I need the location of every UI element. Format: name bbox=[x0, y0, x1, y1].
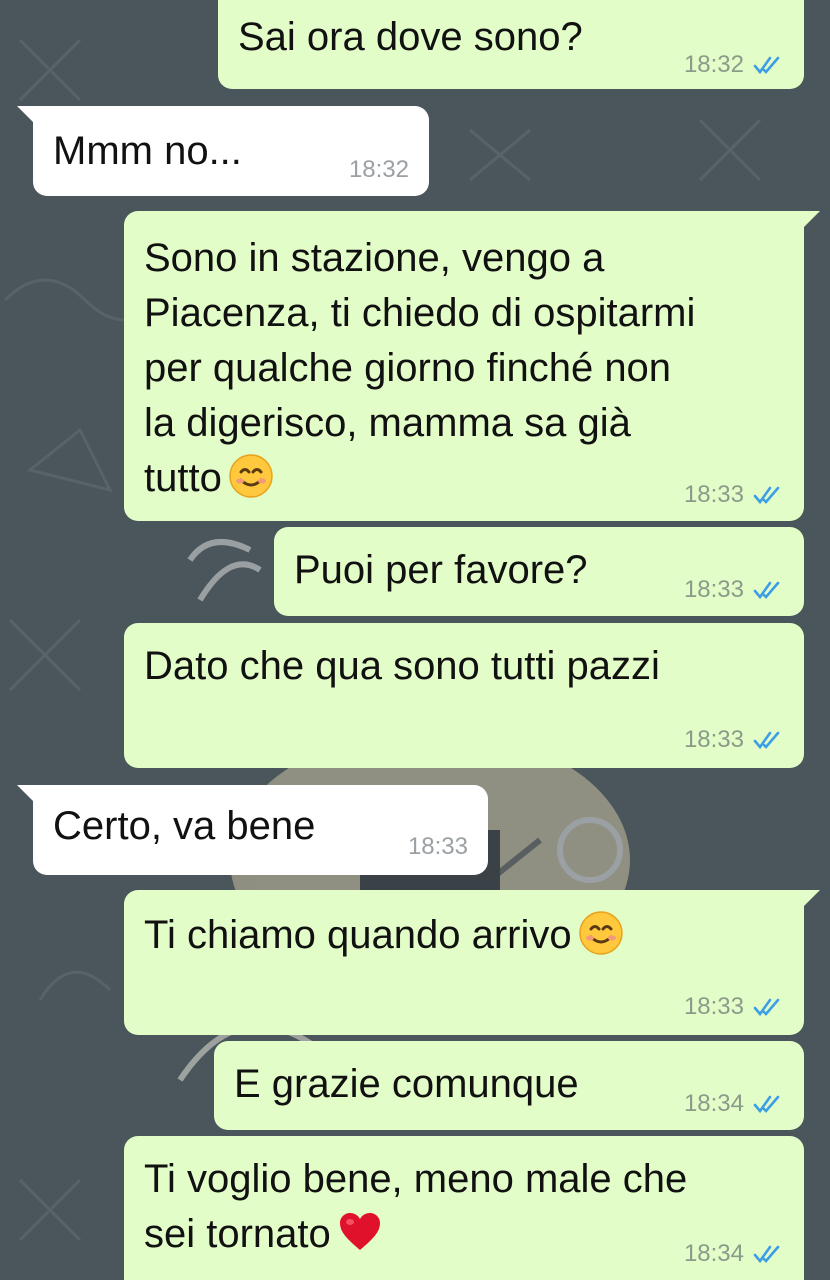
read-ticks-icon bbox=[753, 486, 780, 505]
message-time: 18:34 bbox=[683, 1090, 744, 1117]
message-text: Dato che qua sono tutti pazzi bbox=[144, 644, 660, 688]
read-ticks-icon bbox=[753, 1095, 780, 1114]
message-text: Sono in stazione, vengo a Piacenza, ti c… bbox=[144, 236, 696, 500]
message-bubble-outgoing[interactable]: Dato che qua sono tutti pazzi 18:33 bbox=[124, 623, 804, 768]
read-ticks-icon bbox=[753, 581, 780, 600]
message-meta: 18:33 bbox=[684, 995, 784, 1019]
red-heart-emoji bbox=[339, 1213, 380, 1250]
message-meta: 18:33 bbox=[684, 483, 784, 507]
message-time: 18:32 bbox=[348, 156, 409, 183]
message-text: Mmm no... bbox=[53, 129, 242, 173]
message-text: E grazie comunque bbox=[234, 1062, 579, 1106]
bubble-tail bbox=[800, 890, 820, 910]
smiling-face-emoji bbox=[578, 911, 623, 955]
read-ticks-icon bbox=[753, 1245, 780, 1264]
message-bubble-incoming[interactable]: Certo, va bene 18:33 bbox=[17, 785, 488, 875]
read-ticks-icon bbox=[753, 731, 780, 750]
message-meta: 18:34 bbox=[684, 1092, 784, 1116]
smiling-face-emoji bbox=[229, 454, 273, 498]
message-bubble-outgoing[interactable]: Puoi per favore? 18:33 bbox=[274, 527, 804, 616]
read-ticks-icon bbox=[753, 998, 780, 1017]
message-meta: 18:33 bbox=[684, 728, 784, 752]
message-bubble-outgoing[interactable]: Sai ora dove sono? 18:32 bbox=[218, 0, 804, 89]
message-time: 18:33 bbox=[683, 576, 744, 603]
bubble-tail bbox=[17, 106, 37, 126]
bubble-tail bbox=[17, 785, 37, 805]
message-meta: 18:32 bbox=[684, 53, 784, 77]
message-bubble-outgoing[interactable]: Sono in stazione, vengo a Piacenza, ti c… bbox=[124, 211, 820, 521]
message-text: Certo, va bene bbox=[53, 804, 316, 848]
message-time: 18:33 bbox=[683, 993, 744, 1020]
bubble-tail bbox=[800, 211, 820, 231]
read-ticks-icon bbox=[753, 56, 780, 75]
message-text: Sai ora dove sono? bbox=[238, 15, 583, 59]
message-meta: 18:34 bbox=[684, 1242, 784, 1266]
message-bubble-outgoing[interactable]: E grazie comunque 18:34 bbox=[214, 1041, 804, 1130]
message-text: Puoi per favore? bbox=[294, 548, 588, 592]
message-time: 18:33 bbox=[683, 726, 744, 753]
message-time: 18:34 bbox=[683, 1240, 744, 1267]
message-time: 18:32 bbox=[683, 51, 744, 78]
message-time: 18:33 bbox=[407, 833, 468, 860]
message-time: 18:33 bbox=[683, 481, 744, 508]
message-meta: 18:32 bbox=[349, 158, 409, 182]
message-meta: 18:33 bbox=[408, 835, 468, 859]
message-text: Ti chiamo quando arrivo bbox=[144, 913, 572, 957]
message-bubble-outgoing[interactable]: Ti voglio bene, meno male che sei tornat… bbox=[124, 1136, 804, 1280]
message-text: Ti voglio bene, meno male che sei tornat… bbox=[144, 1157, 688, 1256]
message-bubble-outgoing[interactable]: Ti chiamo quando arrivo 18:33 bbox=[124, 890, 820, 1035]
message-bubble-incoming[interactable]: Mmm no... 18:32 bbox=[17, 106, 429, 196]
message-meta: 18:33 bbox=[684, 578, 784, 602]
